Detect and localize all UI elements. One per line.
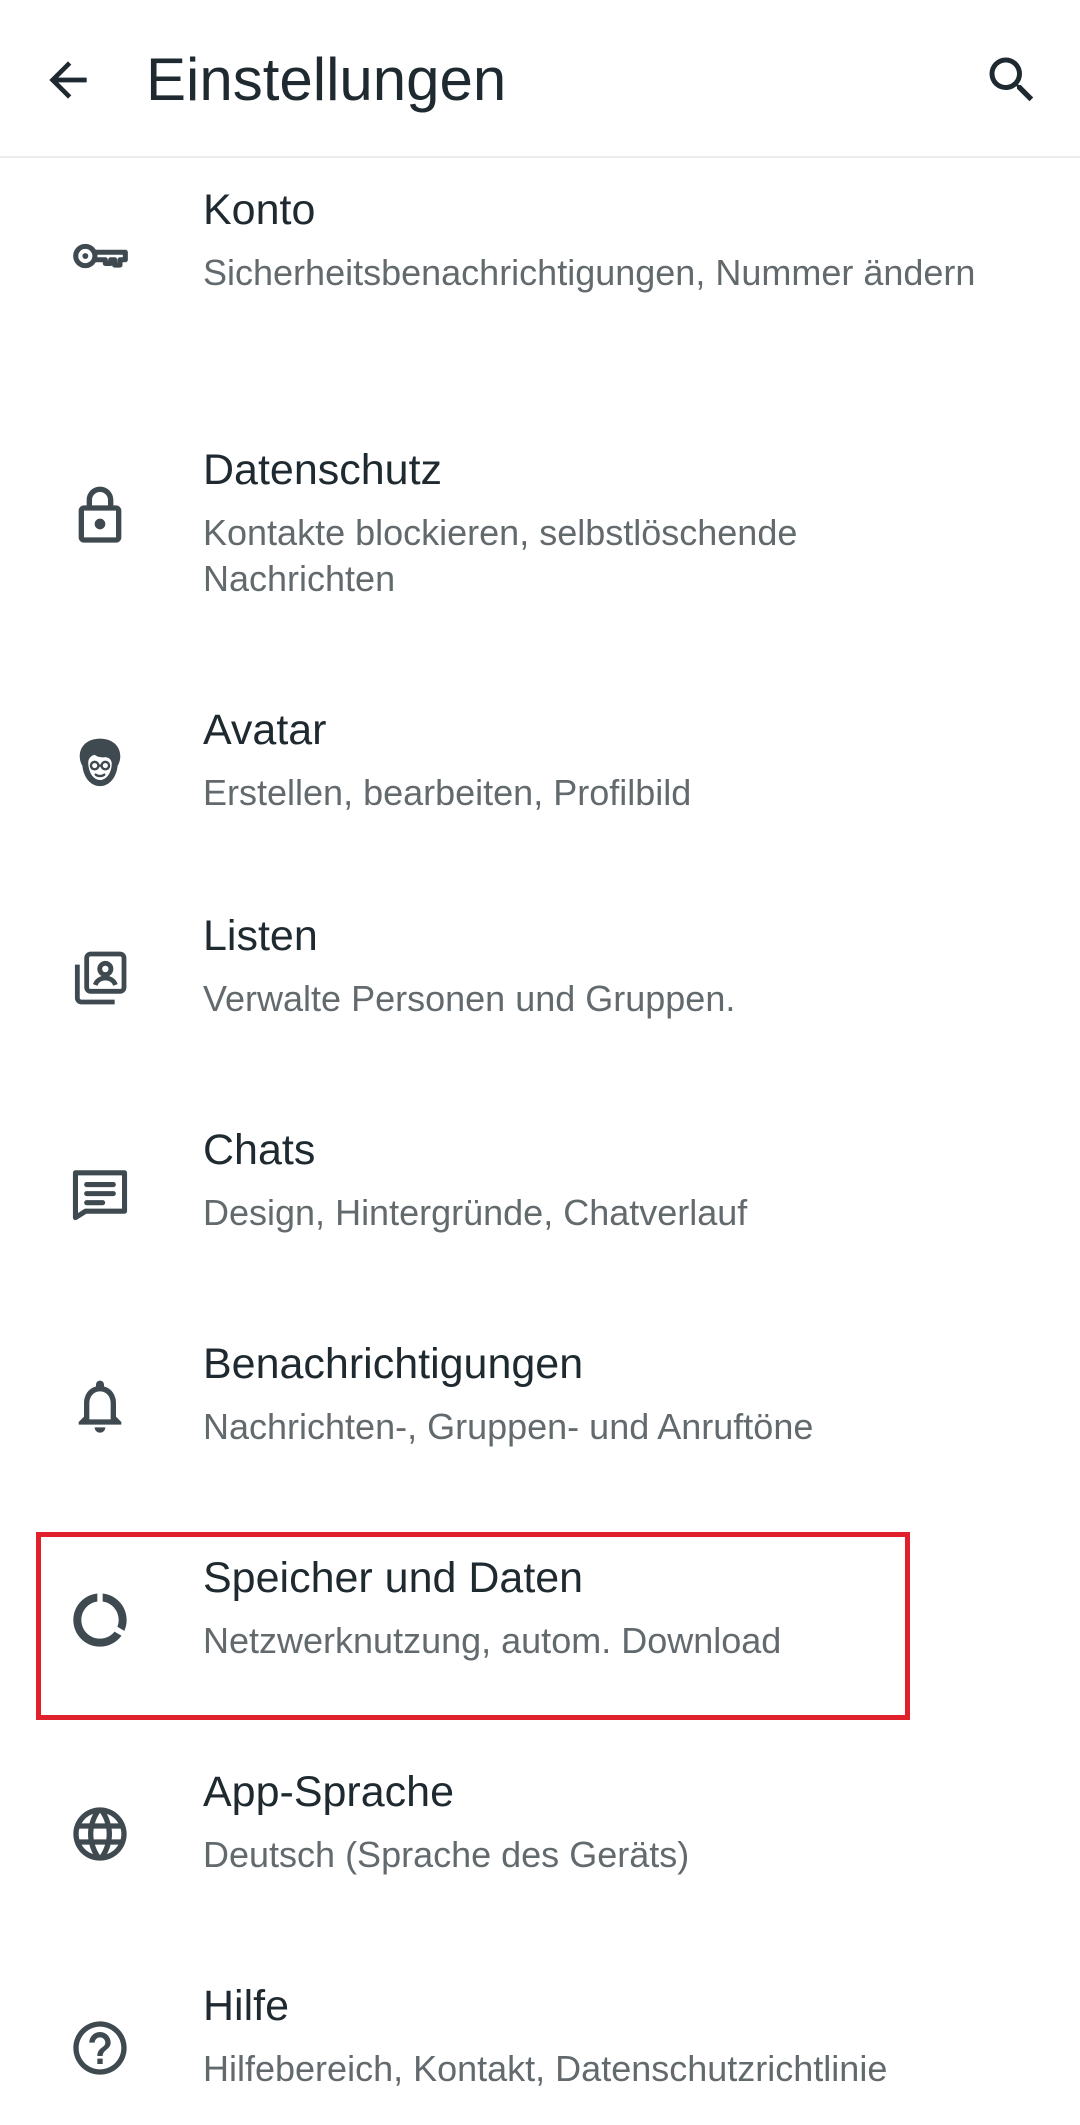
item-title: Datenschutz — [203, 446, 443, 494]
item-subtitle: Erstellen, bearbeiten, Profilbild — [203, 772, 692, 813]
bell-icon — [68, 1374, 132, 1438]
help-icon — [68, 2016, 132, 2080]
settings-screen: Einstellungen Konto Sicherheitsbenachric… — [0, 0, 1080, 2125]
back-button[interactable] — [32, 40, 104, 120]
settings-item-listen[interactable]: Listen Verwalte Personen und Gruppen. — [0, 874, 1080, 1088]
data-usage-icon — [68, 1588, 132, 1652]
item-subtitle: Deutsch (Sprache des Geräts) — [203, 1834, 690, 1875]
settings-item-datenschutz[interactable]: Datenschutz Kontakte blockieren, selbstl… — [0, 398, 1080, 660]
item-title: Hilfe — [203, 1982, 290, 2030]
lock-icon — [68, 484, 132, 548]
chat-icon — [68, 1160, 132, 1224]
settings-item-benachrichtigungen[interactable]: Benachrichtigungen Nachrichten-, Gruppen… — [0, 1302, 1080, 1516]
settings-item-chats[interactable]: Chats Design, Hintergründe, Chatverlauf — [0, 1088, 1080, 1302]
arrow-left-icon — [40, 52, 96, 108]
item-title: App-Sprache — [203, 1768, 454, 1816]
item-title: Avatar — [203, 706, 327, 754]
item-subtitle: Sicherheitsbenachrichtigungen, Nummer än… — [203, 252, 976, 293]
item-subtitle: Netzwerknutzung, autom. Download — [203, 1620, 782, 1661]
item-title: Konto — [203, 186, 316, 234]
app-bar: Einstellungen — [0, 0, 1080, 158]
settings-item-avatar[interactable]: Avatar Erstellen, bearbeiten, Profilbild — [0, 660, 1080, 874]
item-title: Benachrichtigungen — [203, 1340, 584, 1388]
item-subtitle: Design, Hintergründe, Chatverlauf — [203, 1192, 748, 1233]
settings-item-konto[interactable]: Konto Sicherheitsbenachrichtigungen, Num… — [0, 158, 1080, 398]
item-title: Chats — [203, 1126, 316, 1174]
search-button[interactable] — [972, 40, 1052, 120]
page-title: Einstellungen — [146, 46, 507, 113]
avatar-icon — [68, 732, 132, 796]
settings-item-hilfe[interactable]: Hilfe Hilfebereich, Kontakt, Datenschutz… — [0, 1944, 1080, 2125]
item-title: Speicher und Daten — [203, 1554, 584, 1602]
globe-icon — [68, 1802, 132, 1866]
item-subtitle: Verwalte Personen und Gruppen. — [203, 978, 736, 1019]
item-subtitle: Hilfebereich, Kontakt, Datenschutzrichtl… — [203, 2048, 888, 2089]
settings-item-speicher-und-daten[interactable]: Speicher und Daten Netzwerknutzung, auto… — [0, 1516, 1080, 1730]
key-icon — [68, 224, 132, 288]
item-title: Listen — [203, 912, 318, 960]
item-subtitle: Kontakte blockieren, selbstlöschende Nac… — [203, 512, 798, 599]
item-subtitle: Nachrichten-, Gruppen- und Anruftöne — [203, 1406, 814, 1447]
search-icon — [982, 50, 1042, 110]
contact-list-icon — [68, 946, 132, 1010]
settings-item-app-sprache[interactable]: App-Sprache Deutsch (Sprache des Geräts) — [0, 1730, 1080, 1944]
